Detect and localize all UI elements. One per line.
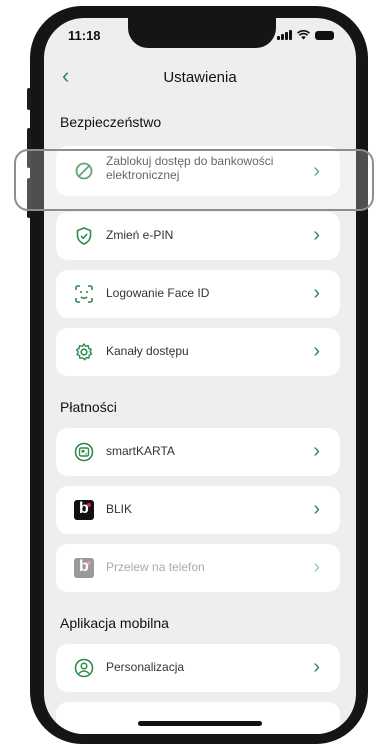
blik-icon xyxy=(74,500,94,520)
chevron-right-icon: › xyxy=(313,440,320,462)
notch xyxy=(128,18,276,48)
section-mobile-app-title: Aplikacja mobilna xyxy=(60,615,169,631)
nav-bar: ‹ Ustawienia xyxy=(44,60,356,92)
page-title: Ustawienia xyxy=(163,69,237,86)
chevron-right-icon: › xyxy=(313,498,320,520)
blik-icon xyxy=(74,558,94,578)
battery-icon xyxy=(315,30,334,40)
user-circle-icon xyxy=(74,658,94,678)
smartkarta-row[interactable]: smartKARTA › xyxy=(56,428,340,476)
access-channels-row[interactable]: Kanały dostępu › xyxy=(56,328,340,376)
section-security-title: Bezpieczeństwo xyxy=(60,114,162,130)
gear-icon xyxy=(76,343,93,361)
chevron-right-icon: › xyxy=(313,282,320,304)
shield-check-icon xyxy=(76,227,92,245)
smartcard-icon xyxy=(74,442,94,462)
personalization-row[interactable]: Personalizacja › xyxy=(56,644,340,692)
change-epin-row[interactable]: Zmień e-PIN › xyxy=(56,212,340,260)
change-epin-label: Zmień e-PIN xyxy=(106,228,174,242)
screen: 11:18 ‹ Ustawienia Bezpieczeństwo Zablok… xyxy=(44,18,356,734)
chevron-right-icon: › xyxy=(313,224,320,246)
status-icons xyxy=(277,30,334,40)
status-time: 11:18 xyxy=(68,28,101,43)
home-indicator xyxy=(138,721,262,726)
phone-transfer-label: Przelew na telefon xyxy=(106,560,205,574)
chevron-right-icon: › xyxy=(313,656,320,678)
signal-icon xyxy=(277,30,292,40)
highlight-frame xyxy=(14,149,374,211)
partial-row[interactable] xyxy=(56,702,340,734)
face-id-icon xyxy=(75,285,93,303)
face-id-row[interactable]: Logowanie Face ID › xyxy=(56,270,340,318)
wifi-icon xyxy=(297,30,310,40)
chevron-right-icon: › xyxy=(313,556,320,578)
smartkarta-label: smartKARTA xyxy=(106,444,175,458)
blik-label: BLIK xyxy=(106,502,133,516)
phone-transfer-row[interactable]: Przelew na telefon › xyxy=(56,544,340,592)
silent-switch xyxy=(27,88,31,110)
section-payments-title: Płatności xyxy=(60,399,117,415)
personalization-label: Personalizacja xyxy=(106,660,185,674)
chevron-right-icon: › xyxy=(313,340,320,362)
face-id-label: Logowanie Face ID xyxy=(106,286,210,300)
access-channels-label: Kanały dostępu xyxy=(106,344,189,358)
blik-row[interactable]: BLIK › xyxy=(56,486,340,534)
